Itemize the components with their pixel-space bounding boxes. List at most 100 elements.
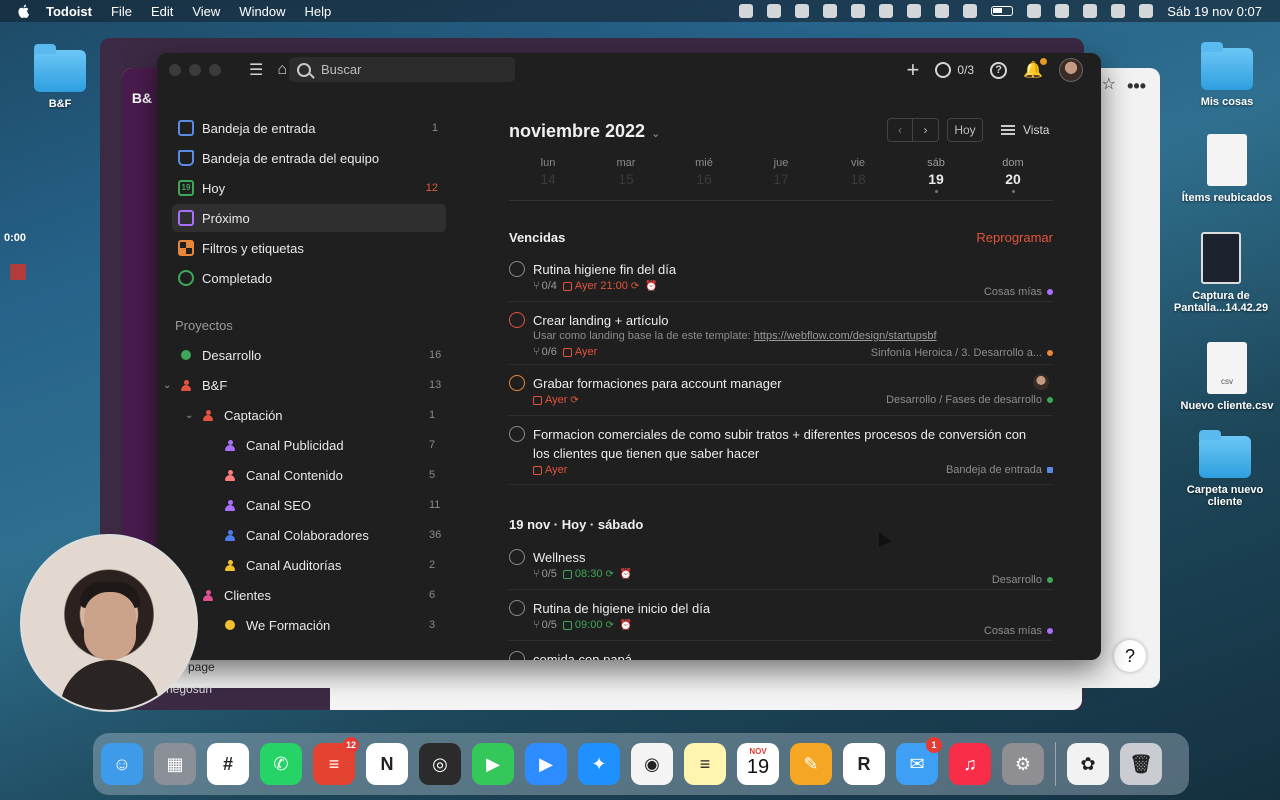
task-title[interactable]: Wellness — [533, 548, 1033, 567]
search-input[interactable]: Buscar — [289, 57, 515, 82]
task-item[interactable]: Crear landing + artículo Usar como landi… — [509, 310, 1053, 365]
complete-task-checkbox[interactable] — [509, 312, 525, 328]
complete-task-checkbox[interactable] — [509, 549, 525, 565]
bluetooth-icon[interactable] — [963, 4, 978, 18]
day-dom[interactable]: dom 20 — [993, 157, 1033, 193]
complete-task-checkbox[interactable] — [509, 261, 525, 277]
dock-chrome-icon[interactable]: ◉ — [631, 743, 673, 785]
menu-help[interactable]: Help — [305, 4, 332, 19]
apple-icon[interactable] — [16, 3, 32, 19]
sidebar-item-team-inbox[interactable]: Bandeja de entrada del equipo — [172, 144, 446, 172]
task-item[interactable]: Wellness 0/5 08:30⟳ ⏰ Desarrollo — [509, 547, 1053, 590]
day-vie[interactable]: vie 18 — [838, 157, 878, 187]
battery-icon[interactable] — [991, 6, 1014, 16]
today-button[interactable]: Hoy — [947, 118, 983, 142]
next-week-button[interactable]: › — [913, 118, 939, 142]
sidebar-item-filters[interactable]: Filtros y etiquetas — [172, 234, 446, 262]
complete-task-checkbox[interactable] — [509, 600, 525, 616]
menu-edit[interactable]: Edit — [151, 4, 173, 19]
menu-file[interactable]: File — [111, 4, 132, 19]
dock-zoom-icon[interactable]: ▶ — [525, 743, 567, 785]
due-date[interactable]: Ayer ⟳ — [533, 394, 579, 406]
siri-icon[interactable] — [1139, 4, 1154, 18]
dock-mail-icon[interactable]: ✉ 1 — [896, 737, 942, 785]
desktop-screenshot-file[interactable]: Captura de Pantalla...14.42.29 — [1166, 232, 1276, 314]
project-we-formacion[interactable]: We Formación — [225, 611, 330, 639]
dock-calendar-icon[interactable]: NOV 19 — [737, 743, 779, 785]
project-canal-colaboradores[interactable]: Canal Colaboradores — [225, 521, 369, 549]
day-jue[interactable]: jue 17 — [761, 157, 801, 187]
task-title[interactable]: Grabar formaciones para account manager — [533, 374, 1033, 393]
gear-status-icon[interactable] — [739, 4, 754, 18]
menu-view[interactable]: View — [192, 4, 220, 19]
due-date[interactable]: Ayer 21:00 ⟳ — [562, 280, 639, 292]
complete-task-checkbox[interactable] — [509, 651, 525, 660]
productivity-button[interactable]: 0/3 — [935, 62, 974, 78]
control-center-icon[interactable] — [1111, 4, 1126, 18]
task-item[interactable]: comida con papá — [509, 649, 1053, 660]
task-item[interactable]: Grabar formaciones para account manager … — [509, 373, 1053, 416]
camera-status-icon[interactable] — [767, 4, 782, 18]
dock-reeder-icon[interactable]: R — [843, 743, 885, 785]
dock-launchpad-icon[interactable]: ▦ — [154, 743, 196, 785]
task-project-tag[interactable]: Cosas mías — [984, 286, 1053, 298]
menu-window[interactable]: Window — [239, 4, 285, 19]
help-button[interactable]: ? — [1114, 640, 1146, 672]
user-status-icon[interactable] — [1055, 4, 1070, 18]
sidebar-item-completed[interactable]: Completado — [172, 264, 446, 292]
task-item[interactable]: Rutina de higiene inicio del día 0/5 09:… — [509, 598, 1053, 641]
task-title[interactable]: Rutina higiene fin del día — [533, 260, 1033, 279]
dock-trash-icon[interactable]: 🗑 — [1120, 743, 1162, 785]
project-desarrollo[interactable]: Desarrollo — [181, 341, 261, 369]
task-title[interactable]: Crear landing + artículo — [533, 311, 1033, 330]
menu-app-name[interactable]: Todoist — [46, 4, 92, 19]
hamburger-menu-icon[interactable]: ☰ — [249, 60, 263, 80]
project-clientes[interactable]: Clientes — [203, 581, 271, 609]
spotlight-icon[interactable] — [1083, 4, 1098, 18]
dock-music-icon[interactable]: ♫ — [949, 743, 991, 785]
notifications-bell-icon[interactable]: 🔔 — [1023, 58, 1047, 80]
sidebar-item-upcoming[interactable]: Próximo — [172, 204, 446, 232]
reschedule-button[interactable]: Reprogramar — [976, 230, 1053, 245]
minimize-window-button[interactable] — [189, 64, 201, 76]
drive-status-icon[interactable] — [823, 4, 838, 18]
project-canal-seo[interactable]: Canal SEO — [225, 491, 311, 519]
due-date[interactable]: 09:00 ⟳ — [562, 619, 614, 631]
add-task-button[interactable]: + — [907, 59, 920, 81]
due-date[interactable]: Ayer — [562, 346, 597, 358]
project-canal-contenido[interactable]: Canal Contenido — [225, 461, 343, 489]
project-canal-publicidad[interactable]: Canal Publicidad — [225, 431, 344, 459]
dock-notion-icon[interactable]: N — [366, 743, 408, 785]
sidebar-item-today[interactable]: 19 Hoy 12 — [172, 174, 446, 202]
dock-todoist-icon[interactable]: ≡ 12 — [313, 737, 359, 785]
dock-slack-icon[interactable]: # — [207, 743, 249, 785]
task-item[interactable]: Formacion comerciales de como subir trat… — [509, 424, 1053, 485]
task-project-tag[interactable]: Sinfonía Heroica / 3. Desarrollo a... — [871, 347, 1053, 359]
help-icon[interactable]: ? — [990, 61, 1008, 79]
task-title[interactable]: comida con papá — [533, 650, 1033, 660]
gmail-status-icon[interactable] — [795, 4, 810, 18]
wifi-icon[interactable] — [1027, 4, 1042, 18]
play-status-icon[interactable] — [907, 4, 922, 18]
project-bf[interactable]: ⌄ B&F — [163, 371, 227, 399]
day-mie[interactable]: mié 16 — [684, 157, 724, 187]
task-project-tag[interactable]: Cosas mías — [984, 625, 1053, 637]
sidebar-item-inbox[interactable]: Bandeja de entrada 1 — [172, 114, 446, 142]
task-title[interactable]: Rutina de higiene inicio del día — [533, 599, 1033, 618]
menu-clock[interactable]: Sáb 19 nov 0:07 — [1167, 4, 1262, 19]
signature-status-icon[interactable] — [851, 4, 866, 18]
notes-status-icon[interactable] — [879, 4, 894, 18]
desktop-folder-bf[interactable]: B&F — [5, 44, 115, 110]
desktop-folder-nuevo-cliente[interactable]: Carpeta nuevo cliente — [1170, 430, 1280, 508]
projects-header[interactable]: Proyectos — [175, 318, 233, 333]
due-date[interactable]: 08:30 ⟳ — [562, 568, 614, 580]
view-options-button[interactable]: Vista — [1001, 118, 1049, 142]
chevron-down-icon[interactable]: ⌄ — [163, 380, 171, 391]
assignee-avatar[interactable] — [1033, 374, 1049, 390]
task-title[interactable]: Formacion comerciales de como subir trat… — [533, 425, 1033, 463]
dock-obs-icon[interactable]: ◎ — [419, 743, 461, 785]
month-selector[interactable]: noviembre 2022 ⌄ — [509, 121, 660, 142]
zoom-window-button[interactable] — [209, 64, 221, 76]
dock-pages-icon[interactable]: ✎ — [790, 743, 832, 785]
home-icon[interactable]: ⌂ — [277, 61, 287, 79]
